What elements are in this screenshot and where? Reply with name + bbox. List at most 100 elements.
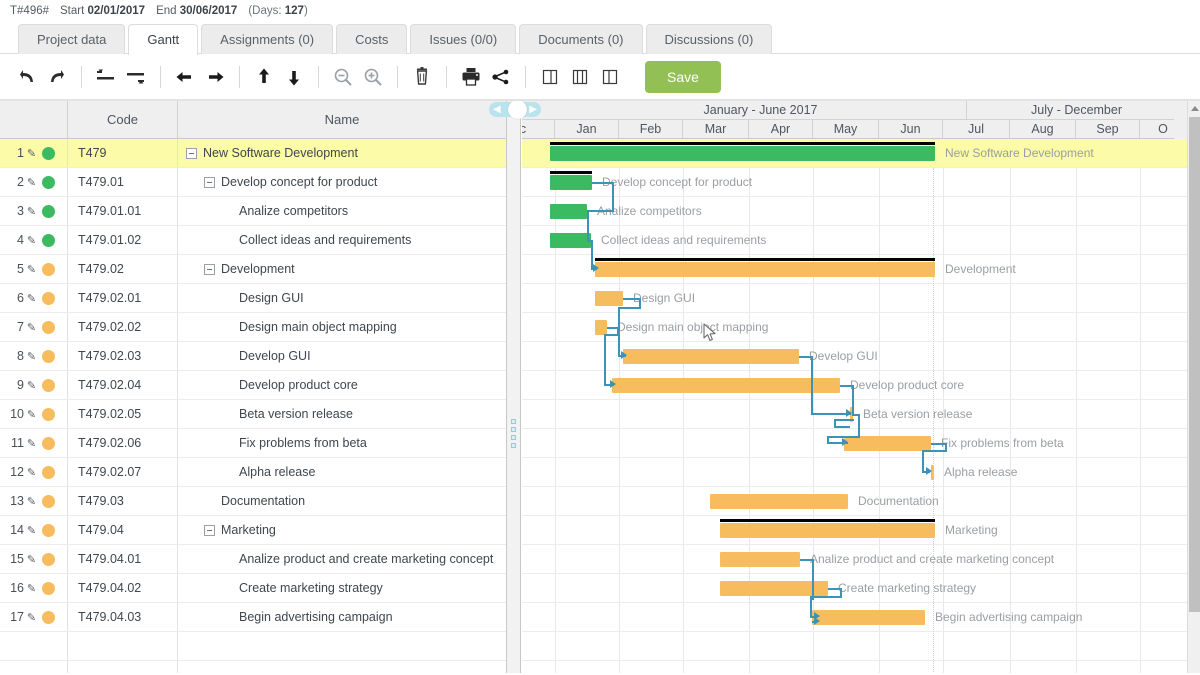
status-dot[interactable] [42,494,55,508]
cell-code[interactable]: T479.01 [68,168,178,196]
cell-name[interactable]: Fix problems from beta [178,429,506,457]
table-row[interactable]: 6 ✎ T479.02.01 Design GUI [0,284,506,313]
splitter-toggle[interactable]: ◀ ▶ [489,101,541,119]
table-row[interactable]: 4 ✎ T479.01.02 Collect ideas and requiremen… [0,226,506,255]
cell-name[interactable]: Design main object mapping [178,313,506,341]
cell-name[interactable]: Alpha release [178,458,506,486]
status-dot[interactable] [42,262,55,276]
cell-name[interactable]: New Software Development [178,139,506,167]
timeline-row[interactable] [522,487,1187,516]
edit-pencil-icon[interactable]: ✎ [24,205,39,218]
splitter-knob[interactable] [508,101,527,119]
cell-name[interactable]: Beta version release [178,400,506,428]
save-button[interactable]: Save [645,60,721,93]
table-row[interactable]: 1 ✎ T479 New Software Development [0,139,506,168]
gantt-bar[interactable] [550,142,935,161]
cell-code[interactable]: T479.02.05 [68,400,178,428]
cell-name[interactable]: Design GUI [178,284,506,312]
edit-pencil-icon[interactable]: ✎ [24,176,39,189]
scrollbar-thumb[interactable] [1189,117,1200,612]
cell-code[interactable]: T479.02.04 [68,371,178,399]
status-dot[interactable] [42,233,55,247]
status-dot[interactable] [42,349,55,363]
cell-code[interactable]: T479.02.06 [68,429,178,457]
indent-icon[interactable] [121,62,151,92]
status-dot[interactable] [42,378,55,392]
tab-project-data[interactable]: Project data [18,24,126,54]
print-icon[interactable] [456,62,486,92]
gantt-bar[interactable] [812,610,925,625]
table-row[interactable]: 9 ✎ T479.02.04 Develop product core [0,371,506,400]
vertical-scrollbar[interactable] [1187,101,1200,673]
undo-icon[interactable] [12,62,42,92]
cell-code[interactable]: T479.04 [68,516,178,544]
cell-name[interactable]: Analize product and create marketing con… [178,545,506,573]
table-row[interactable]: 5 ✎ T479.02 Development [0,255,506,284]
outdent-icon[interactable] [91,62,121,92]
gantt-bar[interactable] [710,494,848,509]
cell-name[interactable] [178,661,506,673]
cell-code[interactable]: T479.03 [68,487,178,515]
tab-issues-0-0[interactable]: Issues (0/0) [410,24,517,54]
cell-code[interactable]: T479 [68,139,178,167]
move-down-icon[interactable] [279,62,309,92]
tab-costs[interactable]: Costs [336,24,408,54]
tab-discussions-0[interactable]: Discussions (0) [645,24,773,54]
table-row[interactable]: 14 ✎ T479.04 Marketing [0,516,506,545]
gantt-bar[interactable] [550,233,591,248]
gantt-bar[interactable] [550,204,587,219]
cell-code[interactable]: T479.02 [68,255,178,283]
collapse-toggle-icon[interactable] [204,524,215,536]
table-row-empty[interactable] [0,632,506,661]
splitter-grip[interactable] [511,419,517,455]
redo-icon[interactable] [42,62,72,92]
edit-pencil-icon[interactable]: ✎ [24,466,39,479]
tab-assignments-0[interactable]: Assignments (0) [201,24,334,54]
move-left-icon[interactable] [170,62,200,92]
cell-code[interactable]: T479.02.01 [68,284,178,312]
cell-name[interactable]: Analize competitors [178,197,506,225]
status-dot[interactable] [42,552,55,566]
cell-code[interactable]: T479.02.03 [68,342,178,370]
cell-name[interactable]: Develop GUI [178,342,506,370]
layout-split-icon[interactable] [565,62,595,92]
status-dot[interactable] [42,204,55,218]
gantt-bar[interactable] [612,378,840,393]
cell-code[interactable]: T479.04.01 [68,545,178,573]
table-row[interactable]: 8 ✎ T479.02.03 Develop GUI [0,342,506,371]
status-dot[interactable] [42,146,55,160]
status-dot[interactable] [42,523,55,537]
edit-pencil-icon[interactable]: ✎ [24,292,39,305]
cell-code[interactable] [68,661,178,673]
edit-pencil-icon[interactable]: ✎ [24,147,39,160]
table-row[interactable]: 12 ✎ T479.02.07 Alpha release [0,458,506,487]
chevron-left-icon[interactable]: ◀ [493,104,501,115]
status-dot[interactable] [42,291,55,305]
cell-name[interactable]: Develop concept for product [178,168,506,196]
chevron-right-icon[interactable]: ▶ [529,104,537,115]
cell-code[interactable]: T479.01.01 [68,197,178,225]
table-row[interactable]: 17 ✎ T479.04.03 Begin advertising campaign [0,603,506,632]
cell-name[interactable]: Documentation [178,487,506,515]
edit-pencil-icon[interactable]: ✎ [24,408,39,421]
cell-name[interactable]: Begin advertising campaign [178,603,506,631]
edit-pencil-icon[interactable]: ✎ [24,234,39,247]
status-dot[interactable] [42,436,55,450]
up-arrow-icon[interactable] [1188,101,1200,115]
gantt-bar[interactable] [550,171,592,190]
edit-pencil-icon[interactable]: ✎ [24,524,39,537]
gantt-bar[interactable] [595,291,623,306]
table-row[interactable]: 15 ✎ T479.04.01 Analize product and create … [0,545,506,574]
timeline-row[interactable] [522,661,1187,673]
tab-gantt[interactable]: Gantt [128,24,199,55]
zoom-out-icon[interactable] [328,62,358,92]
collapse-toggle-icon[interactable] [186,147,197,159]
cell-name[interactable] [178,632,506,660]
pane-splitter[interactable]: ◀ ▶ [489,101,541,673]
table-row[interactable]: 7 ✎ T479.02.02 Design main object mapping [0,313,506,342]
layout-left-icon[interactable] [535,62,565,92]
cell-code[interactable]: T479.04.02 [68,574,178,602]
cell-name[interactable]: Collect ideas and requirements [178,226,506,254]
cell-code[interactable]: T479.04.03 [68,603,178,631]
gantt-bar[interactable] [595,258,935,277]
